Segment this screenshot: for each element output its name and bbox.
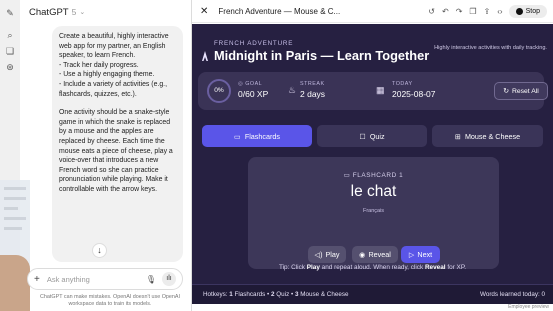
scroll-down-button[interactable]: ↓ bbox=[92, 243, 107, 258]
copy-icon[interactable]: ❐ bbox=[469, 7, 476, 16]
voice-mode-icon[interactable]: ılı bbox=[162, 272, 176, 286]
tab-label: Flashcards bbox=[244, 131, 280, 141]
tab-flashcards[interactable]: ▭ Flashcards bbox=[202, 125, 312, 147]
undo-icon[interactable]: ↶ bbox=[442, 7, 449, 16]
goal-stat: ◎ GOAL 0/60 XP bbox=[238, 81, 268, 99]
code-icon[interactable]: ‹› bbox=[497, 7, 502, 16]
words-learned: Words learned today: 0 bbox=[480, 291, 545, 298]
new-chat-icon[interactable]: ✎ bbox=[5, 8, 15, 18]
flashcard-label: FLASHCARD 1 bbox=[352, 172, 404, 179]
streak-stat: STREAK 2 days bbox=[300, 81, 325, 99]
stop-label: Stop bbox=[525, 7, 540, 15]
composer[interactable]: + Ask anything 🎙 ılı bbox=[27, 268, 183, 290]
today-stat: TODAY 2025-08-07 bbox=[392, 81, 435, 99]
search-icon[interactable]: ⌕ bbox=[5, 30, 15, 40]
eye-icon: ◉ bbox=[359, 250, 366, 259]
gamepad-icon: ⊞ bbox=[454, 131, 461, 141]
model-selector[interactable]: ChatGPT 5 ⌄ bbox=[20, 0, 191, 24]
stats-bar: 0% ◎ GOAL 0/60 XP ♨ STREAK 2 days ▦ TODA… bbox=[198, 72, 548, 110]
today-value: 2025-08-07 bbox=[392, 89, 436, 99]
app-title: Midnight in Paris — Learn Together bbox=[214, 48, 430, 63]
eiffel-logo-icon bbox=[202, 50, 208, 61]
app-footer: Hotkeys: 1 Flashcards • 2 Quiz • 3 Mouse… bbox=[192, 284, 553, 304]
next-button[interactable]: ▷ Next bbox=[401, 246, 440, 263]
chevron-down-icon: ⌄ bbox=[79, 9, 86, 16]
canvas-title: French Adventure — Mouse & C... bbox=[218, 6, 341, 16]
share-icon[interactable]: ⇪ bbox=[484, 7, 491, 16]
play-arrow-icon: ▷ bbox=[408, 250, 415, 259]
reset-all-button[interactable]: ↻ Reset All bbox=[494, 82, 548, 100]
flashcard-word: le chat bbox=[350, 183, 397, 200]
message-text: Create a beautiful, highly interactive w… bbox=[59, 33, 169, 98]
stop-button[interactable]: Stop bbox=[508, 4, 547, 18]
reveal-label: Reveal bbox=[368, 250, 391, 259]
composer-input[interactable]: Ask anything bbox=[47, 275, 90, 284]
webcam-overlay bbox=[0, 255, 30, 311]
employee-preview-label: Employee preview bbox=[508, 304, 549, 310]
goal-label: GOAL bbox=[245, 81, 263, 87]
message-text-2: One activity should be a snake-style gam… bbox=[59, 109, 173, 193]
next-label: Next bbox=[417, 250, 433, 259]
app-name: ChatGPT bbox=[29, 6, 69, 18]
flashcard-language: Français bbox=[362, 208, 385, 214]
goal-value: 0/60 XP bbox=[238, 89, 269, 99]
book-icon: ▭ bbox=[234, 131, 241, 141]
activity-tabs: ▭ Flashcards ☐ Quiz ⊞ Mouse & Cheese bbox=[202, 125, 543, 147]
mic-icon[interactable]: 🎙 bbox=[146, 275, 156, 284]
progress-ring: 0% bbox=[207, 79, 231, 103]
canvas-toolbar: ✕ French Adventure — Mouse & C... ↺ ↶ ↷ … bbox=[192, 0, 553, 23]
quiz-icon: ☐ bbox=[359, 131, 366, 141]
arrow-down-icon: ↓ bbox=[97, 245, 102, 255]
tab-label: Mouse & Cheese bbox=[464, 131, 521, 141]
app-tagline: Highly interactive activities with daily… bbox=[434, 45, 547, 51]
tab-label: Quiz bbox=[369, 131, 385, 141]
flame-icon: ♨ bbox=[288, 85, 297, 95]
explore-icon[interactable]: ⊛ bbox=[5, 62, 15, 72]
refresh-icon: ↻ bbox=[503, 88, 509, 95]
today-label: TODAY bbox=[392, 81, 413, 87]
app-header: FRENCH ADVENTURE Midnight in Paris — Lea… bbox=[200, 40, 429, 63]
plus-icon[interactable]: + bbox=[34, 274, 40, 285]
canvas-bottom bbox=[192, 304, 553, 311]
streak-value: 2 days bbox=[300, 89, 326, 99]
app-preview: FRENCH ADVENTURE Midnight in Paris — Lea… bbox=[192, 24, 553, 304]
reveal-button[interactable]: ◉ Reveal bbox=[352, 246, 398, 263]
tip-text: Tip: Click Play and repeat aloud. When r… bbox=[278, 264, 467, 271]
user-message: Create a beautiful, highly interactive w… bbox=[52, 26, 183, 262]
app-kicker: FRENCH ADVENTURE bbox=[214, 40, 294, 47]
play-label: Play bbox=[325, 250, 340, 259]
close-icon[interactable]: ✕ bbox=[200, 6, 208, 17]
disclaimer: ChatGPT can make mistakes. OpenAI doesn'… bbox=[40, 294, 180, 307]
stop-icon bbox=[515, 7, 523, 15]
history-icon[interactable]: ↺ bbox=[428, 7, 435, 16]
tab-mouse-cheese[interactable]: ⊞ Mouse & Cheese bbox=[432, 125, 543, 147]
tab-quiz[interactable]: ☐ Quiz bbox=[317, 125, 427, 147]
model-version: 5 bbox=[71, 7, 77, 17]
calendar-icon: ▦ bbox=[376, 85, 385, 95]
play-button[interactable]: ◁) Play bbox=[308, 246, 346, 263]
streak-label: STREAK bbox=[300, 81, 325, 87]
flashcard: ▭ FLASHCARD 1 le chat Français ◁) Play ◉… bbox=[248, 157, 499, 269]
reset-label: Reset All bbox=[511, 87, 539, 95]
redo-icon[interactable]: ↷ bbox=[456, 7, 463, 16]
card-icon: ▭ bbox=[343, 172, 353, 179]
library-icon[interactable]: ❏ bbox=[5, 46, 15, 56]
speaker-icon: ◁) bbox=[314, 250, 323, 259]
hotkeys: Hotkeys: 1 Flashcards • 2 Quiz • 3 Mouse… bbox=[203, 291, 349, 298]
canvas-panel: ✕ French Adventure — Mouse & C... ↺ ↶ ↷ … bbox=[192, 0, 553, 311]
